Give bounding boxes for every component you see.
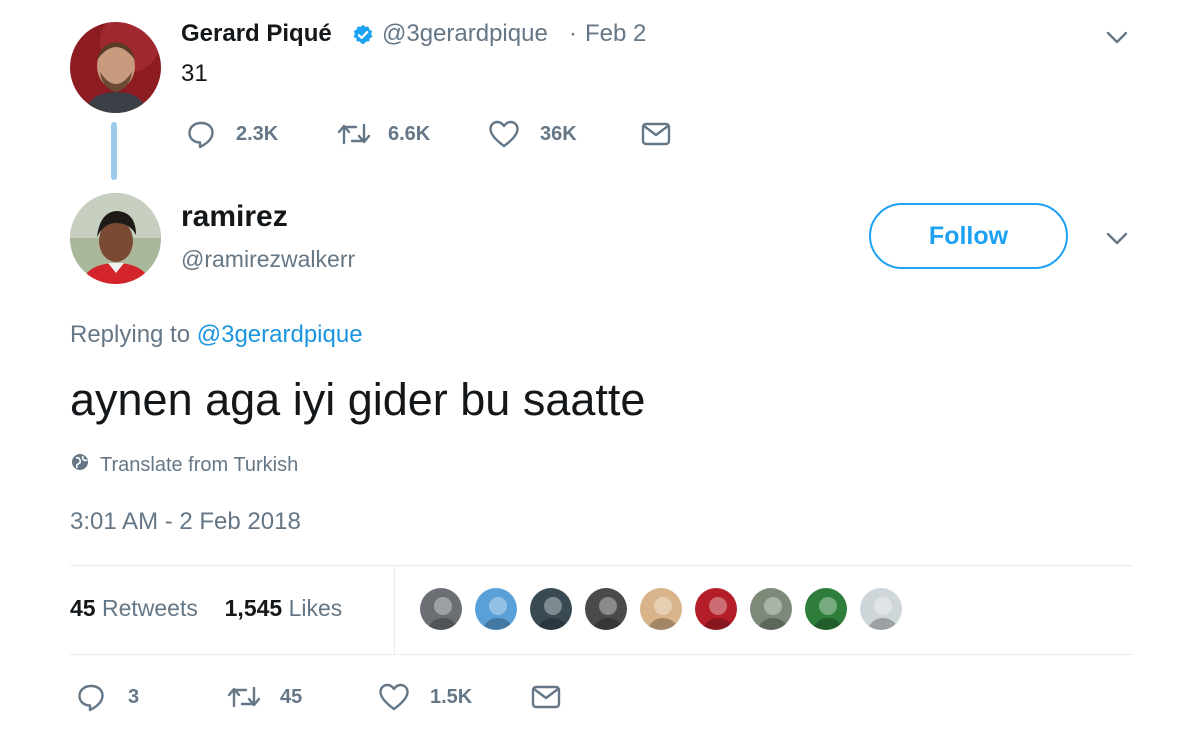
liker-avatar[interactable]	[638, 586, 684, 632]
replying-to-prefix: Replying to	[70, 321, 191, 348]
parent-reply-action[interactable]: 2.3K	[186, 119, 278, 149]
liker-avatar[interactable]	[418, 586, 464, 632]
separator-dot: ·	[569, 20, 577, 47]
engagement-stats: 45 Retweets 1,545 Likes	[70, 595, 342, 622]
divider-bottom	[70, 654, 1132, 655]
parent-author-avatar[interactable]	[70, 22, 161, 113]
liker-avatar[interactable]	[748, 586, 794, 632]
reply-like-count: 1.5K	[430, 685, 473, 708]
parent-retweet-action[interactable]: 6.6K	[336, 119, 430, 149]
thread-connector-line	[111, 122, 117, 180]
likes-label: Likes	[288, 595, 343, 621]
retweet-icon	[226, 682, 262, 712]
envelope-icon	[641, 121, 671, 147]
replying-to-line: Replying to @3gerardpique	[70, 321, 363, 349]
parent-tweet-menu-chevron-icon[interactable]	[1104, 24, 1130, 50]
heart-icon	[488, 119, 520, 149]
like-total: 1,545	[224, 595, 283, 621]
liker-avatar[interactable]	[693, 586, 739, 632]
liker-avatar[interactable]	[858, 586, 904, 632]
liker-avatar[interactable]	[583, 586, 629, 632]
reply-dm-action[interactable]	[531, 684, 561, 710]
translate-link[interactable]: Translate from Turkish	[70, 452, 298, 478]
parent-author-name[interactable]: Gerard Piqué	[181, 20, 332, 48]
retweet-icon	[336, 119, 372, 149]
verified-badge-icon	[352, 24, 374, 46]
follow-button[interactable]: Follow	[869, 203, 1068, 269]
liker-avatar[interactable]	[473, 586, 519, 632]
reply-icon	[76, 682, 106, 712]
liker-avatar[interactable]	[528, 586, 574, 632]
reply-retweet-action[interactable]: 45	[226, 682, 302, 712]
reply-author-name[interactable]: ramirez	[181, 200, 288, 234]
parent-retweet-count: 6.6K	[388, 122, 431, 145]
stats-divider	[394, 566, 395, 654]
likes-stat-link[interactable]: 1,545 Likes	[225, 595, 343, 621]
parent-like-action[interactable]: 36K	[488, 119, 577, 149]
retweets-label: Retweets	[101, 595, 198, 621]
liker-avatars	[418, 586, 904, 632]
envelope-icon	[531, 684, 561, 710]
reply-reply-action[interactable]: 3	[76, 682, 139, 712]
reply-like-action[interactable]: 1.5K	[378, 682, 472, 712]
liker-avatar[interactable]	[803, 586, 849, 632]
tweet-timestamp[interactable]: 3:01 AM - 2 Feb 2018	[70, 508, 301, 536]
parent-tweet-date[interactable]: Feb 2	[585, 20, 646, 48]
reply-reply-count: 3	[128, 685, 140, 708]
parent-tweet-text: 31	[181, 60, 208, 87]
reply-retweet-count: 45	[280, 685, 303, 708]
reply-icon	[186, 119, 216, 149]
retweet-total: 45	[70, 595, 96, 621]
reply-author-handle[interactable]: @ramirezwalkerr	[181, 246, 355, 273]
divider-top	[70, 565, 1132, 566]
heart-icon	[378, 682, 410, 712]
replying-to-mention-link[interactable]: @3gerardpique	[197, 321, 363, 348]
parent-reply-count: 2.3K	[236, 122, 279, 145]
translate-label: Translate from Turkish	[100, 453, 299, 476]
parent-author-handle[interactable]: @3gerardpique	[382, 20, 548, 48]
reply-author-avatar[interactable]	[70, 193, 161, 284]
retweets-stat-link[interactable]: 45 Retweets	[70, 595, 198, 621]
reply-tweet-menu-chevron-icon[interactable]	[1104, 225, 1130, 251]
reply-tweet-text: aynen aga iyi gider bu saatte	[70, 374, 646, 425]
globe-icon	[70, 452, 100, 478]
parent-dm-action[interactable]	[641, 121, 671, 147]
parent-like-count: 36K	[540, 122, 577, 145]
